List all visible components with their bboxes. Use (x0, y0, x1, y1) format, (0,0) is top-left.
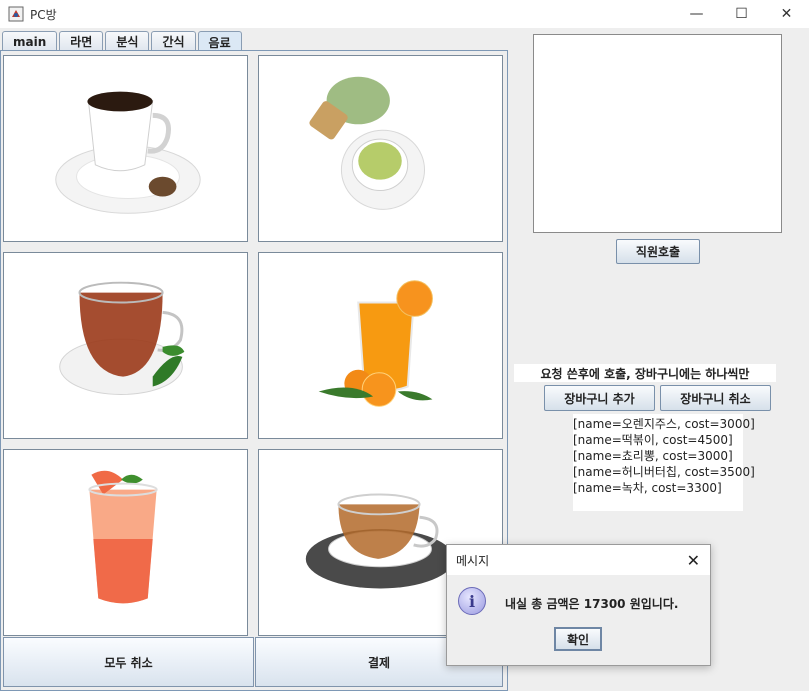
request-text-area[interactable] (533, 34, 782, 233)
grapefruit-ade-icon (88, 470, 158, 604)
category-tabs: main 라면 분식 간식 음료 (2, 31, 244, 52)
close-button[interactable]: ✕ (764, 0, 809, 28)
tab-ramen[interactable]: 라면 (59, 31, 104, 51)
minimize-button[interactable]: — (674, 0, 719, 28)
ok-button[interactable]: 확인 (554, 627, 602, 651)
tab-drinks[interactable]: 음료 (197, 31, 242, 52)
remove-from-cart-button[interactable]: 장바구니 취소 (660, 385, 771, 411)
title-bar: PC방 — ☐ ✕ (0, 0, 809, 28)
menu-item-orange-juice[interactable] (258, 252, 503, 439)
menu-item-matcha[interactable] (258, 55, 503, 242)
cart-list-item: [name=녹차, cost=3300] (573, 481, 722, 495)
window-title: PC방 (30, 7, 57, 22)
add-to-cart-button[interactable]: 장바구니 추가 (544, 385, 655, 411)
cart-list: [name=오렌지주스, cost=3000] [name=떡볶이, cost=… (573, 414, 755, 511)
app-icon (8, 6, 24, 22)
maximize-button[interactable]: ☐ (719, 0, 764, 28)
message-dialog: 메시지 ✕ i 내실 총 금액은 17300 원입니다. 확인 (446, 544, 711, 666)
tab-bunsik[interactable]: 분식 (105, 31, 150, 51)
matcha-latte-icon (309, 76, 426, 210)
dialog-close-button[interactable]: ✕ (687, 551, 700, 570)
menu-item-black-tea[interactable] (3, 252, 248, 439)
dialog-title-bar: 메시지 ✕ (447, 545, 710, 575)
dialog-title: 메시지 (456, 553, 490, 568)
usage-notice: 요청 쓴후에 호출, 장바구니에는 하나씩만 (514, 364, 776, 382)
menu-item-coffee[interactable] (3, 55, 248, 242)
call-staff-button[interactable]: 직원호출 (616, 239, 700, 264)
menu-item-grapefruit-ade[interactable] (3, 449, 248, 636)
coffee-cup-icon (55, 91, 201, 214)
cart-list-item: [name=허니버터칩, cost=3500] (573, 465, 755, 479)
dialog-message: 내실 총 금액은 17300 원입니다. (505, 597, 679, 611)
cart-list-item: [name=쵸리뽕, cost=3000] (573, 449, 733, 463)
cart-list-item: [name=떡볶이, cost=4500] (573, 433, 733, 447)
black-tea-icon (59, 281, 185, 395)
dialog-body: i 내실 총 금액은 17300 원입니다. 확인 (447, 575, 710, 665)
tab-snack[interactable]: 간식 (151, 31, 196, 51)
cart-list-item: [name=오렌지주스, cost=3000] (573, 417, 755, 431)
info-icon: i (458, 587, 486, 615)
orange-juice-icon (318, 280, 433, 407)
cancel-all-button[interactable]: 모두 취소 (3, 637, 254, 687)
tab-main[interactable]: main (2, 31, 58, 51)
